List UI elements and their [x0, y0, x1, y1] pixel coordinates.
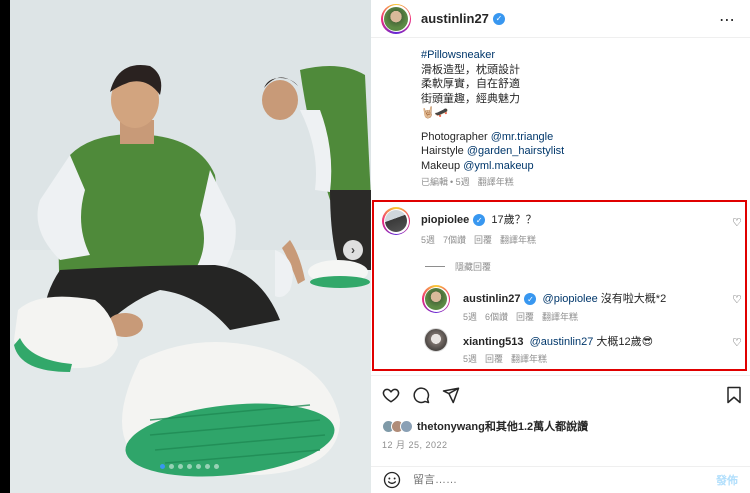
- hairstyle-label: Hairstyle: [421, 145, 467, 157]
- carousel-dot: [187, 464, 192, 469]
- like-heart-icon[interactable]: [382, 386, 400, 404]
- divider: [371, 375, 750, 376]
- author-avatar[interactable]: [381, 3, 411, 34]
- liker-avatars: [382, 419, 413, 433]
- likes-text: thetonywang和其他1.2萬人都說讚: [417, 421, 589, 433]
- comment-bubble-icon[interactable]: [412, 386, 430, 404]
- post-comment-button[interactable]: 發佈: [716, 472, 738, 488]
- post-photo[interactable]: ›: [0, 0, 371, 493]
- makeup-label: Makeup: [421, 159, 464, 172]
- photographer-link[interactable]: @mr.triangle: [491, 131, 554, 143]
- carousel-dot: [169, 464, 174, 469]
- share-send-icon[interactable]: [442, 386, 460, 404]
- photographer-label: Photographer: [421, 130, 491, 143]
- caption-time[interactable]: • 5週: [450, 177, 470, 187]
- highlight-box: [372, 200, 747, 371]
- comment-input[interactable]: [413, 474, 693, 486]
- comment-bar: 發佈: [371, 466, 750, 493]
- caption-line: 滑板造型，枕頭設計: [421, 63, 520, 76]
- post-date[interactable]: 12 月 25, 2022: [382, 438, 448, 451]
- carousel-dot: [178, 464, 183, 469]
- liker-avatar: [400, 419, 413, 433]
- edited-label: 已編輯: [421, 177, 449, 187]
- bookmark-icon[interactable]: [726, 386, 742, 404]
- emoji-icon[interactable]: [383, 471, 401, 489]
- caption-emoji: 🤘🏼🛹: [421, 107, 449, 119]
- more-options-icon[interactable]: ⋯: [719, 10, 736, 30]
- likes-summary[interactable]: thetonywang和其他1.2萬人都說讚: [382, 418, 588, 434]
- carousel-dot: [160, 464, 165, 469]
- hashtag-link[interactable]: #Pillowsneaker: [421, 49, 495, 61]
- carousel-dot: [214, 464, 219, 469]
- carousel-dot: [196, 464, 201, 469]
- verified-badge-icon: ✓: [492, 12, 505, 25]
- caption-line: 街頭童趣，經典魅力: [421, 92, 520, 105]
- next-image-button[interactable]: ›: [343, 240, 363, 260]
- avatar-image: [384, 6, 408, 31]
- translate-button[interactable]: 翻譯年糕: [478, 177, 514, 187]
- carousel-dot: [205, 464, 210, 469]
- caption-line: 柔軟厚實，自在舒適: [421, 78, 520, 90]
- post-caption: #Pillowsneaker 滑板造型，枕頭設計 柔軟厚實，自在舒適 街頭童趣，…: [421, 48, 564, 190]
- post-header: austinlin27 ✓ ⋯: [371, 0, 750, 38]
- hairstyle-link[interactable]: @garden_hairstylist: [467, 145, 564, 157]
- makeup-link[interactable]: @yml.makeup: [463, 160, 533, 172]
- photo-illustration: [0, 0, 371, 493]
- author-username[interactable]: austinlin27: [421, 11, 489, 26]
- post-actions: [382, 386, 460, 404]
- carousel-dots: [160, 464, 219, 469]
